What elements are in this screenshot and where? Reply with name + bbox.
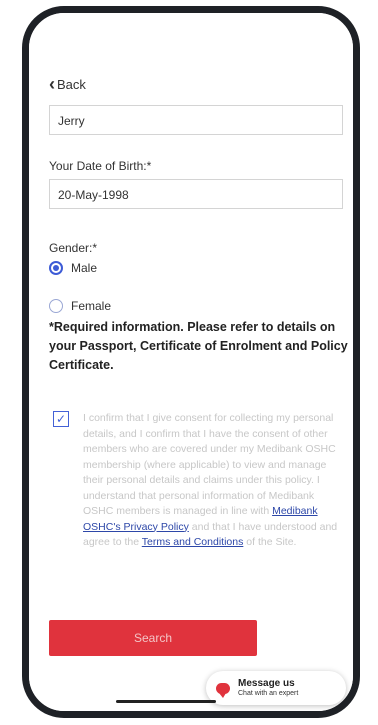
chat-bubble-icon	[216, 682, 230, 698]
gender-label: Gender:*	[49, 241, 98, 255]
gender-option-male[interactable]: Male	[49, 261, 97, 275]
consent-text-part-3: of the Site.	[246, 536, 297, 548]
terms-conditions-link[interactable]: Terms and Conditions	[142, 536, 244, 548]
app-screen: ‹ Back Jerry Your Date of Birth:* 20-May…	[29, 13, 353, 711]
consent-text: I confirm that I give consent for collec…	[83, 411, 347, 551]
chat-subtitle: Chat with an expert	[238, 690, 299, 697]
chevron-left-icon: ‹	[49, 74, 55, 94]
name-field[interactable]: Jerry	[49, 105, 343, 135]
gender-option-female[interactable]: Female	[49, 299, 111, 313]
gender-female-label: Female	[71, 299, 112, 313]
radio-male-selected[interactable]	[49, 261, 63, 275]
home-indicator	[116, 700, 216, 703]
required-info-text: *Required information. Please refer to d…	[49, 320, 348, 372]
dob-label: Your Date of Birth:*	[49, 159, 152, 173]
phone-frame: ‹ Back Jerry Your Date of Birth:* 20-May…	[22, 6, 360, 718]
chat-labels: Message us Chat with an expert	[238, 678, 298, 698]
search-button[interactable]: Search	[49, 620, 257, 656]
consent-text-part-1: I confirm that I give consent for collec…	[83, 412, 336, 517]
dob-field[interactable]: 20-May-1998	[49, 179, 343, 209]
back-label: Back	[57, 77, 86, 92]
consent-checkbox[interactable]: ✓	[53, 411, 69, 427]
gender-male-label: Male	[71, 261, 98, 275]
radio-female[interactable]	[49, 299, 63, 313]
back-button[interactable]: ‹ Back	[49, 74, 86, 94]
message-us-chat-button[interactable]: Message us Chat with an expert	[206, 671, 346, 705]
chat-title: Message us	[238, 678, 295, 689]
